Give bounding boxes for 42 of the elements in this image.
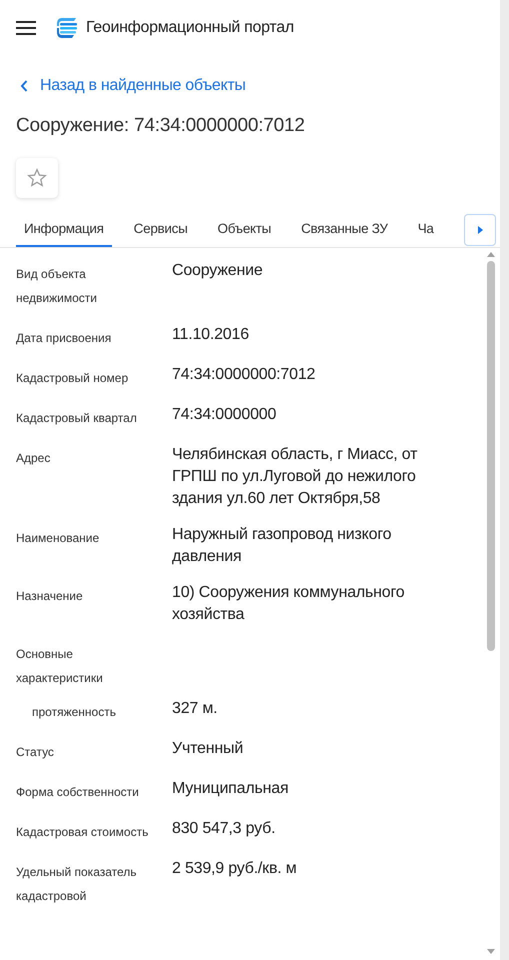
field-label: Кадастровый номер [16, 370, 130, 387]
field-label: Адрес [16, 450, 52, 467]
star-icon [27, 168, 47, 188]
menu-icon[interactable] [16, 21, 36, 35]
scroll-down-icon[interactable] [487, 949, 495, 954]
field-label: Кадастровая стоимость [16, 824, 150, 841]
field-label: Основные характеристики [16, 646, 104, 687]
field-value: Учтенный [172, 738, 244, 759]
tab[interactable]: Связанные ЗУ [293, 214, 396, 247]
field-label: Удельный показатель кадастровой [16, 864, 138, 905]
favorite-button[interactable] [16, 158, 58, 198]
scroll-tabs-button[interactable] [464, 214, 496, 246]
field-value: 11.10.2016 [172, 324, 250, 345]
field-label: Статус [16, 744, 55, 761]
field-value: 2 539,9 руб./кв. м [172, 858, 298, 879]
field-label: Кадастровый квартал [16, 410, 138, 427]
tab[interactable]: Ча [410, 214, 442, 247]
field-value: 327 м. [172, 698, 218, 719]
field-label: Дата присвоения [16, 330, 112, 347]
tab[interactable]: Объекты [210, 214, 280, 247]
object-title: Сооружение: 74:34:0000000:7012 [16, 115, 306, 138]
field-value: 74:34:0000000:7012 [172, 364, 316, 385]
field-label: Вид объекта недвижимости [16, 266, 98, 307]
field-value: Муниципальная [172, 778, 290, 799]
field-value: 74:34:0000000 [172, 404, 278, 425]
logo-icon [56, 18, 78, 38]
field-label: Наименование [16, 530, 100, 547]
field-value: 830 547,3 руб. [172, 818, 276, 839]
chevron-left-icon [20, 80, 28, 92]
field-value: Наружный газопровод низкого давления [172, 524, 392, 567]
field-label: протяженность [31, 704, 117, 721]
tab[interactable]: Информация [16, 214, 112, 247]
back-link[interactable]: Назад в найденные объекты [20, 74, 246, 98]
field-label: Форма собственности [16, 784, 140, 801]
field-label: Назначение [16, 588, 84, 605]
app-title: Геоинформационный портал [86, 18, 294, 38]
caret-right-icon [478, 226, 482, 234]
scroll-up-icon[interactable] [487, 252, 495, 257]
field-value: Сооружение [172, 260, 264, 281]
field-value: Челябинская область, г Миасс, от ГРПШ по ул.Луговой до нежилого здания ул.60 лет Октября,58 [172, 444, 418, 509]
tab[interactable]: Сервисы [126, 214, 196, 247]
field-value: 10) Сооружения коммунального хозяйства [172, 582, 406, 625]
